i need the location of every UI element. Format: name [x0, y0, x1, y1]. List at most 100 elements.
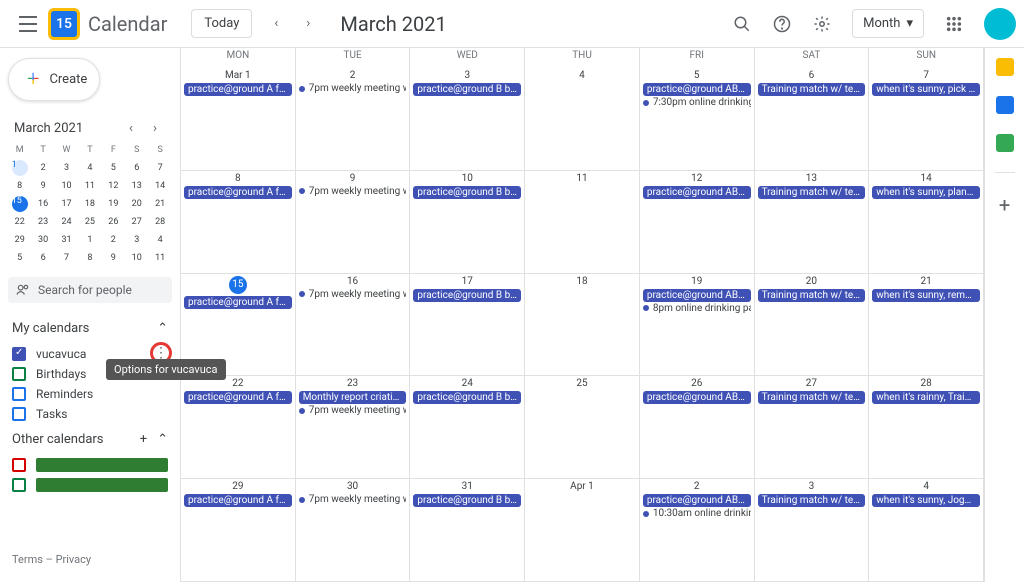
- event-chip[interactable]: when it's sunny, remote BE: [872, 289, 980, 302]
- mini-day[interactable]: 13: [125, 177, 148, 195]
- mini-day[interactable]: 4: [148, 231, 171, 249]
- mini-day[interactable]: 2: [31, 159, 54, 177]
- day-cell[interactable]: 3practice@ground B backsi: [410, 68, 525, 171]
- day-cell[interactable]: 11: [525, 171, 640, 274]
- day-cell[interactable]: 307pm weekly meeting with: [296, 479, 411, 582]
- event-item[interactable]: 7pm weekly meeting with: [299, 186, 407, 197]
- event-item[interactable]: 7pm weekly meeting with: [299, 494, 407, 505]
- event-chip[interactable]: practice@ground AB Full: [643, 391, 751, 404]
- event-chip[interactable]: Training match w/ team Z: [758, 289, 866, 302]
- day-cell[interactable]: 28when it's rainny, Training n: [869, 376, 984, 479]
- event-chip[interactable]: practice@ground B backsi: [413, 83, 521, 96]
- day-cell[interactable]: 12practice@ground AB Full: [640, 171, 755, 274]
- mini-day[interactable]: 16: [31, 195, 54, 213]
- mini-day[interactable]: 9: [102, 249, 125, 267]
- day-cell[interactable]: 5practice@ground AB Full7:30pm online dr…: [640, 68, 755, 171]
- mini-day[interactable]: 1: [78, 231, 101, 249]
- mini-day[interactable]: 23: [31, 213, 54, 231]
- day-cell[interactable]: 21when it's sunny, remote BE: [869, 274, 984, 377]
- menu-button[interactable]: [8, 4, 48, 44]
- day-cell[interactable]: 27Training match w/ team T: [755, 376, 870, 479]
- event-chip[interactable]: practice@ground A front s: [184, 494, 292, 507]
- day-cell[interactable]: 2practice@ground AB Full10:30am online d…: [640, 479, 755, 582]
- calendar-item[interactable]: Tasks: [8, 404, 172, 424]
- mini-day[interactable]: 2: [102, 231, 125, 249]
- calendar-checkbox[interactable]: [12, 458, 26, 472]
- event-item[interactable]: 7:30pm online drinking p: [643, 97, 751, 108]
- day-cell[interactable]: 22practice@ground A front s: [181, 376, 296, 479]
- my-calendars-toggle[interactable]: My calendars ⌃: [8, 313, 172, 344]
- event-chip[interactable]: when it's rainny, Training n: [872, 391, 980, 404]
- view-selector[interactable]: Month ▾: [852, 9, 924, 38]
- event-item[interactable]: 10:30am online drinking: [643, 508, 751, 519]
- mini-day[interactable]: 26: [102, 213, 125, 231]
- mini-day[interactable]: 18: [78, 195, 101, 213]
- event-item[interactable]: 7pm weekly meeting with: [299, 83, 407, 94]
- mini-day[interactable]: 1: [8, 159, 31, 177]
- mini-day[interactable]: 9: [31, 177, 54, 195]
- mini-day[interactable]: 8: [8, 177, 31, 195]
- event-chip[interactable]: Training match w/ team T: [758, 391, 866, 404]
- mini-day[interactable]: 30: [31, 231, 54, 249]
- mini-day[interactable]: 24: [55, 213, 78, 231]
- mini-day[interactable]: 4: [78, 159, 101, 177]
- day-cell[interactable]: 13Training match w/ team T: [755, 171, 870, 274]
- event-chip[interactable]: practice@ground B backsi: [413, 391, 521, 404]
- day-cell[interactable]: 4: [525, 68, 640, 171]
- day-cell[interactable]: 26practice@ground AB Full: [640, 376, 755, 479]
- event-chip[interactable]: practice@ground B backsi: [413, 186, 521, 199]
- maps-icon[interactable]: [996, 134, 1014, 152]
- mini-day[interactable]: 5: [102, 159, 125, 177]
- mini-day[interactable]: 5: [8, 249, 31, 267]
- search-icon[interactable]: [724, 6, 760, 42]
- event-chip[interactable]: Monthly report criation rec: [299, 391, 407, 404]
- day-cell[interactable]: 6Training match w/ team Z: [755, 68, 870, 171]
- mini-day[interactable]: 14: [148, 177, 171, 195]
- calendar-checkbox[interactable]: [12, 387, 26, 401]
- add-calendar-button[interactable]: +: [140, 432, 147, 447]
- next-period-button[interactable]: ›: [292, 8, 324, 40]
- event-chip[interactable]: practice@ground B backsi: [413, 289, 521, 302]
- mini-day[interactable]: 31: [55, 231, 78, 249]
- event-chip[interactable]: practice@ground AB Full: [643, 289, 751, 302]
- mini-day[interactable]: 20: [125, 195, 148, 213]
- day-cell[interactable]: 31practice@ground B backsi: [410, 479, 525, 582]
- event-chip[interactable]: when it's sunny, planning n: [872, 186, 980, 199]
- event-chip[interactable]: practice@ground A front s: [184, 296, 292, 309]
- calendar-checkbox[interactable]: [12, 347, 26, 361]
- event-chip[interactable]: Training match w/ team T: [758, 186, 866, 199]
- event-chip[interactable]: Training match w/ team Z: [758, 83, 866, 96]
- create-button[interactable]: + Create: [8, 58, 100, 101]
- event-chip[interactable]: Training match w/ team Z: [758, 494, 866, 507]
- mini-day[interactable]: 19: [102, 195, 125, 213]
- day-cell[interactable]: 8practice@ground A front s: [181, 171, 296, 274]
- event-chip[interactable]: when it's sunny, Jogging fr: [872, 494, 980, 507]
- apps-icon[interactable]: [936, 6, 972, 42]
- keep-icon[interactable]: [996, 58, 1014, 76]
- day-cell[interactable]: 18: [525, 274, 640, 377]
- tasks-icon[interactable]: [996, 96, 1014, 114]
- event-chip[interactable]: practice@ground AB Full: [643, 186, 751, 199]
- add-addon-button[interactable]: +: [999, 193, 1010, 217]
- calendar-checkbox[interactable]: [12, 407, 26, 421]
- calendar-item[interactable]: [8, 475, 172, 495]
- other-calendars-toggle[interactable]: Other calendars + ⌃: [8, 424, 172, 455]
- mini-day[interactable]: 27: [125, 213, 148, 231]
- event-chip[interactable]: practice@ground A front s: [184, 83, 292, 96]
- day-cell[interactable]: 24practice@ground B backsi: [410, 376, 525, 479]
- day-cell[interactable]: 167pm weekly meeting with: [296, 274, 411, 377]
- day-cell[interactable]: 7when it's sunny, pick up dr: [869, 68, 984, 171]
- day-cell[interactable]: 27pm weekly meeting with: [296, 68, 411, 171]
- event-chip[interactable]: practice@ground AB Full: [643, 83, 751, 96]
- mini-day[interactable]: 29: [8, 231, 31, 249]
- day-cell[interactable]: 97pm weekly meeting with: [296, 171, 411, 274]
- mini-day[interactable]: 7: [55, 249, 78, 267]
- prev-period-button[interactable]: ‹: [260, 8, 292, 40]
- event-chip[interactable]: practice@ground A front s: [184, 186, 292, 199]
- day-cell[interactable]: 17practice@ground B backsi: [410, 274, 525, 377]
- day-cell[interactable]: 14when it's sunny, planning n: [869, 171, 984, 274]
- day-cell[interactable]: Mar 1practice@ground A front s: [181, 68, 296, 171]
- mini-day[interactable]: 3: [125, 231, 148, 249]
- mini-next-button[interactable]: ›: [144, 117, 166, 139]
- mini-day[interactable]: 11: [148, 249, 171, 267]
